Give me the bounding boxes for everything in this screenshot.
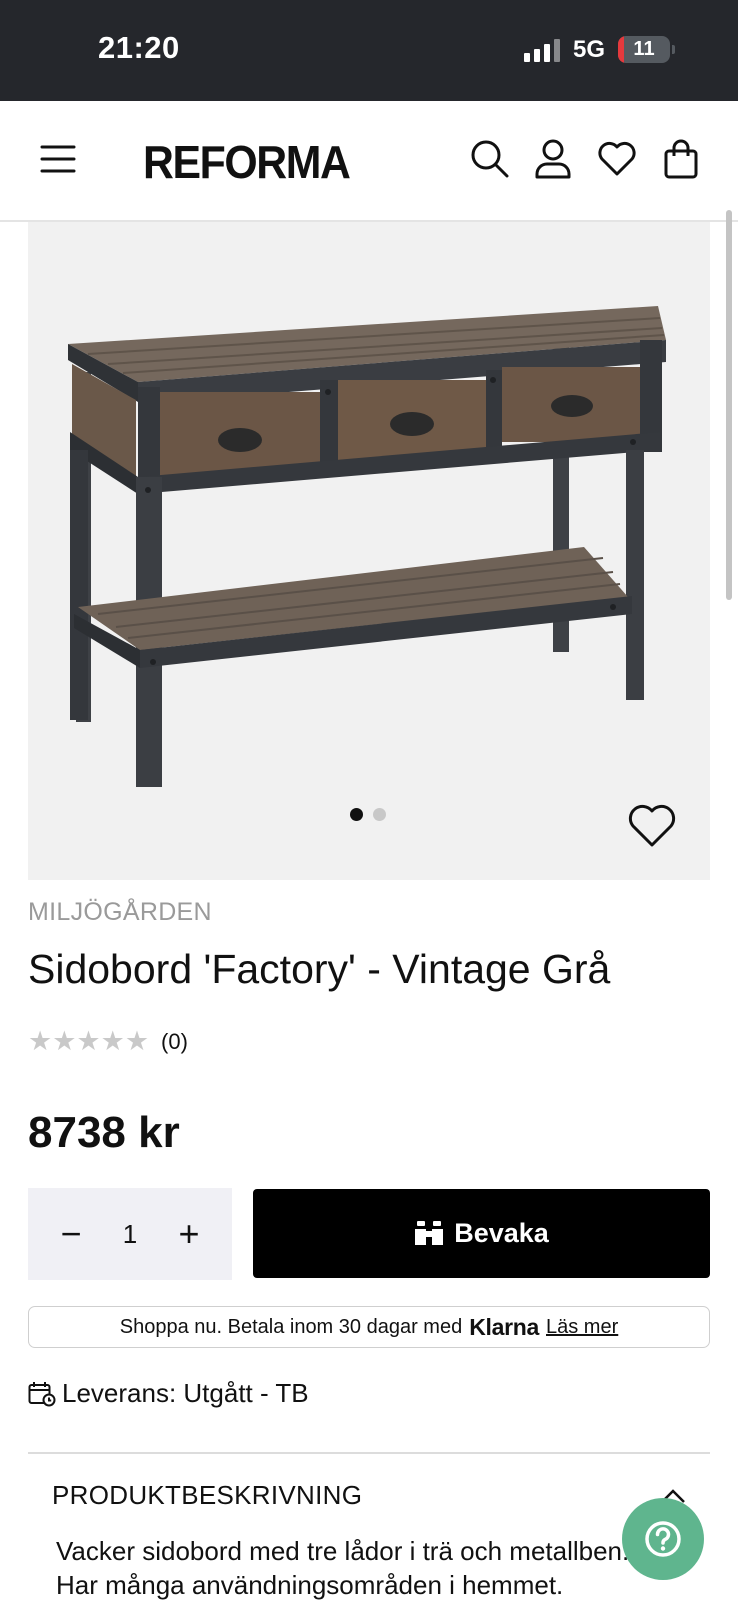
section-divider bbox=[28, 1452, 710, 1454]
quantity-value[interactable]: 1 bbox=[123, 1219, 137, 1250]
account-icon bbox=[535, 139, 571, 179]
help-icon bbox=[645, 1521, 681, 1557]
delivery-calendar-icon bbox=[28, 1381, 56, 1406]
signal-icon bbox=[524, 38, 562, 62]
product-brand[interactable]: MILJÖGÅRDEN bbox=[28, 898, 212, 927]
product-image-gallery[interactable] bbox=[28, 222, 710, 880]
rating-stars: ★★★★★ bbox=[28, 1028, 149, 1055]
search-button[interactable] bbox=[467, 136, 513, 182]
delivery-info: Leverans: Utgått - TB bbox=[28, 1378, 309, 1409]
klarna-text: Shoppa nu. Betala inom 30 dagar med bbox=[119, 1315, 463, 1338]
klarna-read-more-link[interactable]: Läs mer bbox=[546, 1316, 618, 1339]
klarna-banner[interactable]: Shoppa nu. Betala inom 30 dagar med Klar… bbox=[28, 1306, 710, 1348]
description-line: Vacker sidobord med tre lådor i trä och … bbox=[56, 1536, 630, 1566]
product-title: Sidobord 'Factory' - Vintage Grå bbox=[28, 946, 611, 992]
klarna-logo: Klarna bbox=[469, 1313, 539, 1340]
battery-tip bbox=[672, 45, 675, 54]
description-heading[interactable]: PRODUKTBESKRIVNING bbox=[52, 1480, 362, 1511]
status-bar: 21:20 5G 11 bbox=[0, 0, 738, 101]
wishlist-button[interactable] bbox=[594, 136, 640, 182]
account-button[interactable] bbox=[530, 136, 576, 182]
menu-button[interactable] bbox=[35, 136, 81, 182]
network-label: 5G bbox=[573, 36, 606, 63]
cart-button[interactable] bbox=[658, 136, 704, 182]
gallery-dot[interactable] bbox=[350, 808, 363, 821]
product-price: 8738 kr bbox=[28, 1108, 180, 1157]
delivery-label: Leverans: Utgått - TB bbox=[62, 1378, 309, 1408]
status-time: 21:20 bbox=[98, 30, 180, 65]
binoculars-icon bbox=[415, 1220, 444, 1245]
quantity-stepper: − 1 + bbox=[28, 1188, 232, 1280]
product-image bbox=[68, 306, 666, 787]
search-icon bbox=[471, 140, 509, 178]
gallery-pagination[interactable] bbox=[350, 808, 386, 821]
decrease-quantity-button[interactable]: − bbox=[54, 1216, 88, 1252]
product-description: Vacker sidobord med tre lådor i trä och … bbox=[56, 1534, 706, 1600]
site-logo[interactable]: REFORMA bbox=[143, 135, 351, 189]
bag-icon bbox=[664, 139, 698, 179]
product-rating[interactable]: ★★★★★ (0) bbox=[28, 1028, 188, 1055]
menu-icon bbox=[40, 145, 76, 173]
battery-level: 11 bbox=[633, 38, 655, 60]
watch-button-label: Bevaka bbox=[454, 1218, 549, 1248]
help-button[interactable] bbox=[622, 1498, 704, 1580]
increase-quantity-button[interactable]: + bbox=[172, 1216, 206, 1252]
watch-product-button[interactable]: Bevaka bbox=[253, 1189, 710, 1278]
site-header: REFORMA bbox=[0, 101, 738, 222]
heart-outline-icon bbox=[628, 804, 676, 847]
gallery-dot[interactable] bbox=[373, 808, 386, 821]
star-icon: ★★★★★ bbox=[28, 1026, 150, 1056]
add-to-wishlist-button[interactable] bbox=[624, 800, 680, 852]
heart-icon bbox=[598, 141, 636, 176]
scrollbar[interactable] bbox=[726, 210, 732, 600]
description-line: Har många användningsområden i hemmet. bbox=[56, 1570, 564, 1600]
review-count: (0) bbox=[161, 1028, 188, 1054]
battery-icon: 11 bbox=[618, 36, 670, 63]
